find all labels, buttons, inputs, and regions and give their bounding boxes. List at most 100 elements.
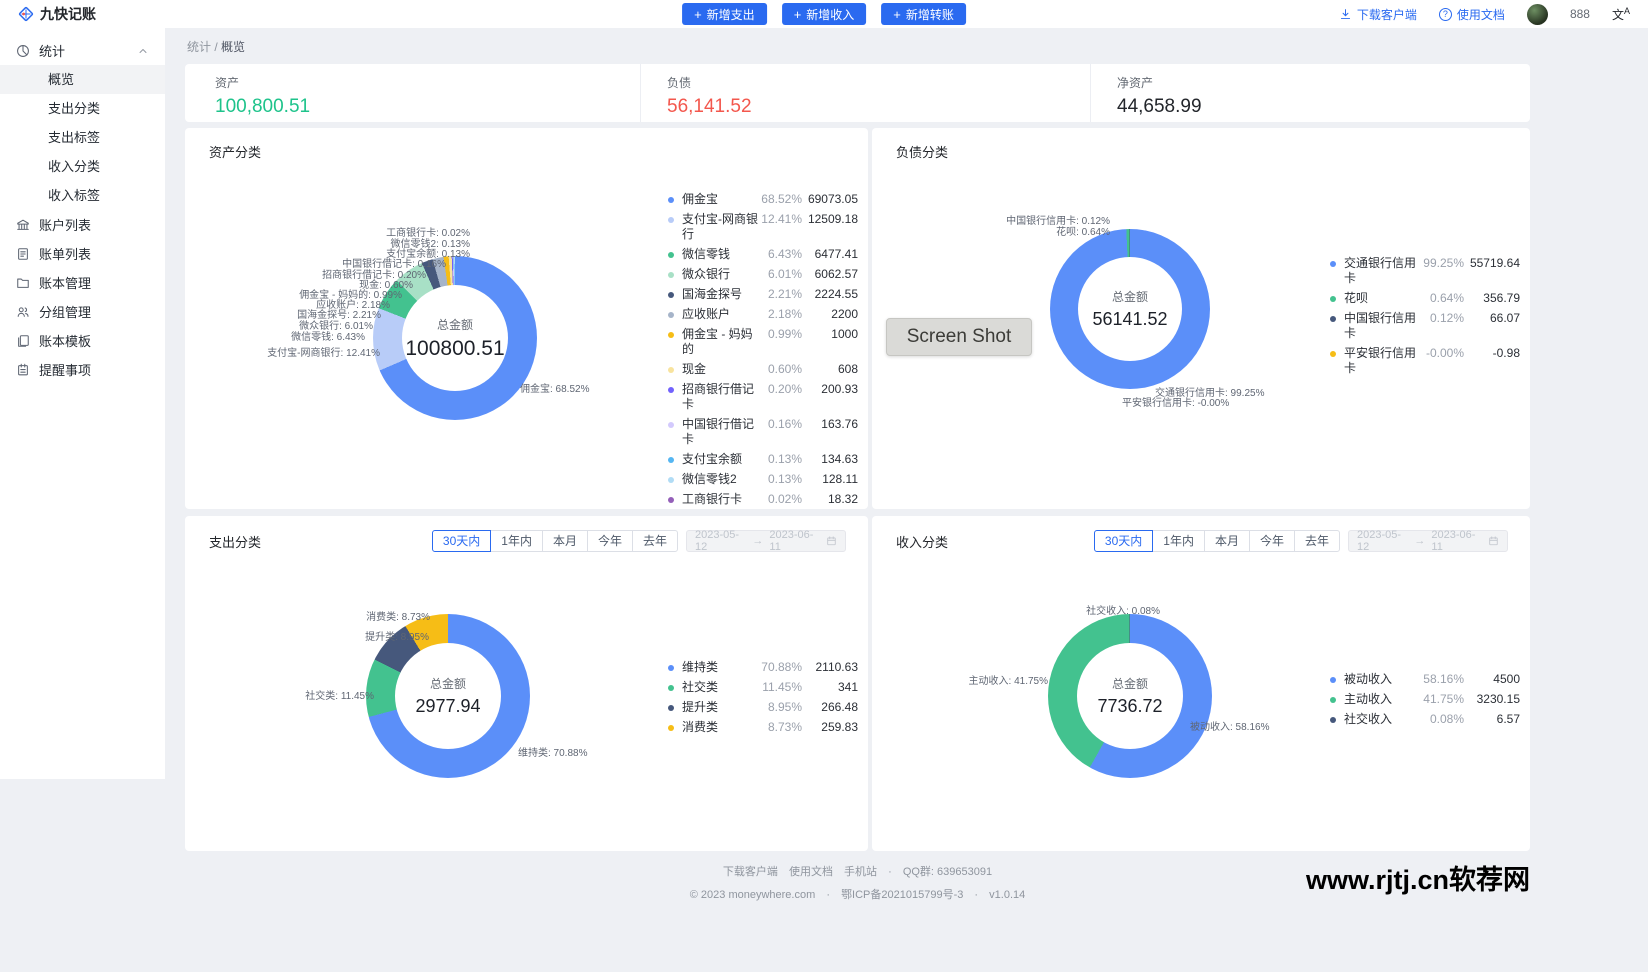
liabilities-donut-chart[interactable]: 总金额 56141.52 bbox=[1050, 229, 1210, 389]
total-value: 100800.51 bbox=[405, 336, 505, 360]
legend-item[interactable]: 交通银行信用卡 99.25% 55719.64 bbox=[1330, 256, 1522, 286]
legend-item[interactable]: 消费类 8.73% 259.83 bbox=[668, 720, 860, 735]
legend-item[interactable]: 中国银行借记卡 0.16% 163.76 bbox=[668, 417, 860, 447]
sidebar-item-expense-category[interactable]: 支出分类 bbox=[0, 94, 165, 123]
total-label: 总金额 bbox=[1111, 290, 1148, 304]
legend-value: 6477.41 bbox=[814, 247, 858, 261]
legend-item[interactable]: 招商银行借记卡 0.20% 200.93 bbox=[668, 382, 860, 412]
app-title: 九快记账 bbox=[40, 6, 96, 22]
plus-icon: + bbox=[893, 6, 901, 22]
range-tab-1[interactable]: 1年内 bbox=[1152, 530, 1205, 552]
legend-percent: 8.73% bbox=[767, 720, 802, 734]
screenshot-tooltip: Screen Shot bbox=[886, 318, 1032, 356]
legend-item[interactable]: 社交类 11.45% 341 bbox=[668, 680, 860, 695]
sidebar-item-expense-tag[interactable]: 支出标签 bbox=[0, 123, 165, 152]
legend-item[interactable]: 国海金探号 2.21% 2224.55 bbox=[668, 287, 860, 302]
slice-callout-label: 支付宝-网商银行: 12.41% bbox=[267, 348, 380, 359]
range-tab-3[interactable]: 今年 bbox=[586, 530, 633, 552]
calendar-icon bbox=[827, 536, 836, 546]
sidebar-item-accounts[interactable]: 账户列表 bbox=[0, 210, 165, 239]
legend-dot bbox=[668, 725, 674, 731]
add-expense-button[interactable]: + 新增支出 bbox=[682, 3, 767, 25]
income-donut-chart[interactable]: 总金额 7736.72 bbox=[1048, 614, 1212, 778]
legend-item[interactable]: 应收账户 2.18% 2200 bbox=[668, 307, 860, 322]
legend-dot bbox=[668, 422, 674, 428]
sidebar-item-overview[interactable]: 概览 bbox=[0, 65, 165, 94]
slice-callout-label: 社交类: 11.45% bbox=[305, 691, 374, 702]
legend-value: 2200 bbox=[831, 307, 858, 321]
legend-item[interactable]: 现金 0.60% 608 bbox=[668, 362, 860, 377]
sidebar-item-templates[interactable]: 账本模板 bbox=[0, 326, 165, 355]
legend-label: 国海金探号 bbox=[682, 287, 743, 301]
range-tab-4[interactable]: 去年 bbox=[1293, 530, 1340, 552]
pie-chart-icon bbox=[17, 44, 29, 57]
legend-item[interactable]: 中国银行信用卡 0.12% 66.07 bbox=[1330, 311, 1522, 341]
download-client-link[interactable]: 下载客户端 bbox=[1339, 6, 1417, 23]
slice-callout-label: 被动收入: 58.16% bbox=[1190, 722, 1270, 733]
sidebar-item-groups[interactable]: 分组管理 bbox=[0, 297, 165, 326]
sidebar-item-ledgers[interactable]: 账本管理 bbox=[0, 268, 165, 297]
legend-item[interactable]: 佣金宝 - 妈妈的 0.99% 1000 bbox=[668, 327, 860, 357]
assets-value: 100,800.51 bbox=[215, 96, 311, 117]
range-tab-0[interactable]: 30天内 bbox=[431, 530, 492, 552]
legend-item[interactable]: 维持类 70.88% 2110.63 bbox=[668, 660, 860, 675]
legend-item[interactable]: 平安银行信用卡 -0.00% -0.98 bbox=[1330, 346, 1522, 376]
sidebar-item-reminders[interactable]: 提醒事项 bbox=[0, 355, 165, 384]
legend-item[interactable]: 主动收入 41.75% 3230.15 bbox=[1330, 692, 1522, 707]
legend-value: 128.11 bbox=[822, 472, 858, 486]
slice-callout-label: 维持类: 70.88% bbox=[518, 748, 588, 759]
legend-item[interactable]: 被动收入 58.16% 4500 bbox=[1330, 672, 1522, 687]
language-switch-icon[interactable]: 文A bbox=[1612, 6, 1630, 23]
legend-item[interactable]: 工商银行卡 0.02% 18.32 bbox=[668, 492, 860, 507]
add-transfer-button[interactable]: + 新增转账 bbox=[881, 3, 966, 25]
legend-label: 提升类 bbox=[682, 700, 719, 714]
legend-value: 134.63 bbox=[821, 452, 858, 466]
range-tab-1[interactable]: 1年内 bbox=[490, 530, 543, 552]
legend-item[interactable]: 支付宝-网商银行 12.41% 12509.18 bbox=[668, 212, 860, 242]
template-icon bbox=[18, 334, 29, 347]
sidebar-item-statistics[interactable]: 统计 bbox=[0, 36, 165, 65]
date-range-picker[interactable]: 2023-05-12 → 2023-06-11 bbox=[1348, 529, 1508, 553]
sidebar-item-income-category[interactable]: 收入分类 bbox=[0, 152, 165, 181]
top-navbar: 九快记账 + 新增支出 + 新增收入 + 新增转账 下载客户端 ? 使用文档 8… bbox=[0, 0, 1648, 28]
legend-item[interactable]: 佣金宝 68.52% 69073.05 bbox=[668, 192, 860, 207]
app-logo[interactable]: 九快记账 bbox=[18, 4, 168, 24]
range-tab-0[interactable]: 30天内 bbox=[1093, 530, 1154, 552]
legend-item[interactable]: 提升类 8.95% 266.48 bbox=[668, 700, 860, 715]
user-avatar[interactable] bbox=[1526, 3, 1548, 25]
legend-item[interactable]: 微众银行 6.01% 6062.57 bbox=[668, 267, 860, 282]
range-tab-3[interactable]: 今年 bbox=[1248, 530, 1295, 552]
legend-value: 259.83 bbox=[821, 720, 858, 734]
legend-value: 12509.18 bbox=[807, 212, 858, 226]
sidebar-item-label: 账户列表 bbox=[39, 218, 92, 233]
legend-value: 69073.05 bbox=[807, 192, 858, 206]
legend-percent: 11.45% bbox=[762, 680, 802, 694]
chevron-up-icon bbox=[139, 48, 147, 53]
legend-item[interactable]: 花呗 0.64% 356.79 bbox=[1330, 291, 1522, 306]
footer-download-link[interactable]: 下载客户端 bbox=[723, 866, 778, 878]
range-tab-2[interactable]: 本月 bbox=[1203, 530, 1250, 552]
legend-percent: 8.95% bbox=[767, 700, 802, 714]
sidebar: 统计 概览 支出分类 支出标签 收入分类 收入标签 账户列表 账单列表 账本管理… bbox=[0, 28, 165, 779]
legend-value: 6.57 bbox=[1496, 712, 1520, 726]
legend-item[interactable]: 微信零钱2 0.13% 128.11 bbox=[668, 472, 860, 487]
total-value: 56141.52 bbox=[1092, 309, 1168, 329]
legend-item[interactable]: 微信零钱 6.43% 6477.41 bbox=[668, 247, 860, 262]
add-income-button[interactable]: + 新增收入 bbox=[781, 3, 867, 25]
range-tab-4[interactable]: 去年 bbox=[631, 530, 678, 552]
footer-icp[interactable]: 鄂ICP备2021015799号-3 bbox=[841, 889, 963, 901]
range-tab-2[interactable]: 本月 bbox=[541, 530, 588, 552]
date-range-picker[interactable]: 2023-05-12 → 2023-06-11 bbox=[686, 529, 846, 553]
docs-link[interactable]: ? 使用文档 bbox=[1438, 6, 1505, 23]
legend-item[interactable]: 社交收入 0.08% 6.57 bbox=[1330, 712, 1522, 727]
sidebar-item-income-tag[interactable]: 收入标签 bbox=[0, 181, 165, 210]
footer-mobile-link[interactable]: 手机站 bbox=[844, 866, 877, 878]
legend-item[interactable]: 支付宝余额 0.13% 134.63 bbox=[668, 452, 860, 467]
legend-value: 3230.15 bbox=[1476, 692, 1520, 706]
date-start: 2023-05-12 bbox=[695, 529, 740, 553]
legend-dot bbox=[668, 477, 674, 483]
sidebar-item-bills[interactable]: 账单列表 bbox=[0, 239, 165, 268]
breadcrumb-parent[interactable]: 统计 bbox=[187, 40, 211, 54]
footer-docs-link[interactable]: 使用文档 bbox=[789, 866, 833, 878]
app-logo-icon bbox=[18, 6, 34, 22]
